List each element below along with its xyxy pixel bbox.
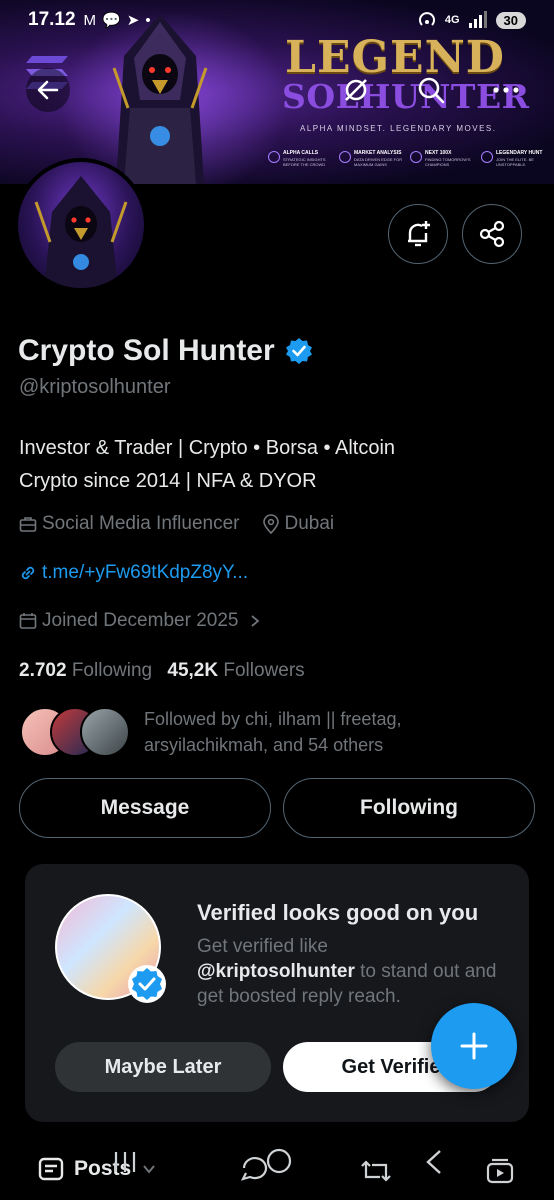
chat-icon: 💬 xyxy=(102,12,121,29)
followed-by-line: Followed by chi, ilham || freetag, xyxy=(144,709,402,729)
video-icon[interactable] xyxy=(486,1158,514,1184)
gmail-icon: M xyxy=(83,11,97,29)
following-count: 2.702 xyxy=(19,660,67,681)
trophy-icon xyxy=(410,151,422,163)
reply-home-icon[interactable] xyxy=(240,1148,294,1182)
grok-icon xyxy=(345,79,367,101)
status-right: 4G 30 xyxy=(417,10,526,30)
following-button[interactable]: Following xyxy=(283,778,535,838)
profile-link[interactable]: t.me/+yFw69tKdpZ8yY... xyxy=(42,562,248,584)
more-icon xyxy=(493,87,519,93)
banner-tagline: ALPHA MINDSET. LEGENDARY MOVES. xyxy=(300,124,497,133)
notifications-button[interactable] xyxy=(388,204,448,264)
follow-counts: 2.702 Following 45,2K Followers xyxy=(19,660,305,682)
more-options-button[interactable] xyxy=(484,68,528,112)
banner-feature: LEGENDARY HUNT JOIN THE ELITE. BE UNSTOPP… xyxy=(481,150,548,167)
follower-avatar xyxy=(80,707,130,757)
promo-description: Get verified like @kriptosolhunter to st… xyxy=(197,934,507,1009)
calendar-icon xyxy=(19,613,37,629)
chart-icon xyxy=(339,151,351,163)
posts-tab[interactable]: Posts xyxy=(38,1156,157,1182)
followed-by-line: arsyilachikmah, and 54 others xyxy=(144,735,384,755)
feature-desc: DATA DRIVEN EDGE FOR MAXIMUM GAINS xyxy=(354,157,403,167)
feature-title: MARKET ANALYSIS xyxy=(354,150,402,156)
plus-icon xyxy=(460,1032,488,1060)
promo-desc-handle: @kriptosolhunter xyxy=(197,961,355,982)
profile-meta-row: Social Media Influencer Dubai xyxy=(19,513,334,535)
share-button[interactable] xyxy=(462,204,522,264)
following-link[interactable]: 2.702 Following xyxy=(19,660,152,681)
bottom-bar: Posts xyxy=(0,1136,554,1200)
profile-joined: Joined December 2025 xyxy=(42,610,239,631)
profile-location: Dubai xyxy=(284,513,335,534)
link-icon xyxy=(21,566,35,580)
maybe-later-button[interactable]: Maybe Later xyxy=(55,1042,271,1092)
banner-title: LEGEND xyxy=(285,32,505,83)
banner-feature: ALPHA CALLS STRATEGIC INSIGHTS BEFORE THE… xyxy=(268,150,335,167)
battery-indicator: 30 xyxy=(495,11,526,29)
grok-button[interactable] xyxy=(334,68,378,112)
banner-features: ALPHA CALLS STRATEGIC INSIGHTS BEFORE THE… xyxy=(268,150,548,167)
telegram-icon: ➤ xyxy=(126,12,140,29)
profile-bio: Investor & Trader | Crypto • Borsa • Alt… xyxy=(19,432,395,498)
feature-title: NEXT 100X xyxy=(425,150,452,156)
nav-back-icon[interactable] xyxy=(424,1148,444,1176)
recent-apps-icon[interactable] xyxy=(112,1150,138,1174)
profile-avatar[interactable] xyxy=(14,158,148,292)
followers-label: Followers xyxy=(223,660,305,681)
profile-name-row: Crypto Sol Hunter xyxy=(18,334,313,368)
status-time: 17.12 xyxy=(28,9,76,30)
feature-title: ALPHA CALLS xyxy=(283,150,319,156)
repost-icon[interactable] xyxy=(360,1158,392,1184)
target-icon xyxy=(268,151,280,163)
promo-desc-prefix: Get verified like xyxy=(197,936,328,957)
verified-badge-icon[interactable] xyxy=(285,337,313,365)
posts-icon xyxy=(38,1157,64,1181)
diamond-icon xyxy=(481,151,493,163)
followers-count: 45,2K xyxy=(167,660,219,681)
profile-joined-row[interactable]: Joined December 2025 xyxy=(19,610,262,632)
compose-button[interactable] xyxy=(431,1003,517,1089)
profile-category: Social Media Influencer xyxy=(42,513,240,534)
search-icon xyxy=(418,77,445,104)
bell-plus-icon xyxy=(408,221,430,247)
promo-title: Verified looks good on you xyxy=(197,900,479,925)
feature-title: LEGENDARY HUNT xyxy=(496,150,543,156)
banner-feature: MARKET ANALYSIS DATA DRIVEN EDGE FOR MAXI… xyxy=(339,150,406,167)
avatar-image xyxy=(34,176,128,288)
followers-link[interactable]: 45,2K Followers xyxy=(167,660,304,681)
back-button[interactable] xyxy=(26,68,70,112)
feature-desc: STRATEGIC INSIGHTS BEFORE THE CROWD xyxy=(283,157,326,167)
share-icon xyxy=(479,220,505,248)
bio-line: Crypto since 2014 | NFA & DYOR xyxy=(19,470,317,492)
message-button[interactable]: Message xyxy=(19,778,271,838)
location-pin-icon xyxy=(262,514,279,534)
briefcase-icon xyxy=(19,517,37,532)
verified-badge-icon xyxy=(128,965,166,1003)
signal-icon xyxy=(468,11,487,28)
bio-line: Investor & Trader | Crypto • Borsa • Alt… xyxy=(19,437,396,459)
profile-handle: @kriptosolhunter xyxy=(19,376,171,398)
hotspot-icon xyxy=(418,12,435,26)
followed-by[interactable]: Followed by chi, ilham || freetag, arsyi… xyxy=(20,706,401,758)
feature-desc: JOIN THE ELITE. BE UNSTOPPABLE. xyxy=(496,157,534,167)
dot-icon: • xyxy=(145,11,151,29)
following-label: Following xyxy=(71,660,153,681)
network-label: 4G xyxy=(444,14,460,26)
arrow-left-icon xyxy=(37,80,59,100)
chevron-right-icon xyxy=(251,615,260,627)
banner-feature: NEXT 100X FINDING TOMORROW'S CHAMPIONS xyxy=(410,150,477,167)
followed-by-text: Followed by chi, ilham || freetag, arsyi… xyxy=(144,706,401,758)
feature-desc: FINDING TOMORROW'S CHAMPIONS xyxy=(425,157,471,167)
status-bar: 17.12 M 💬 ➤ • 4G 30 xyxy=(0,0,554,40)
search-button[interactable] xyxy=(409,68,453,112)
chevron-down-icon xyxy=(143,1165,155,1174)
profile-name: Crypto Sol Hunter xyxy=(18,334,275,367)
profile-link-row[interactable]: t.me/+yFw69tKdpZ8yY... xyxy=(19,562,248,584)
